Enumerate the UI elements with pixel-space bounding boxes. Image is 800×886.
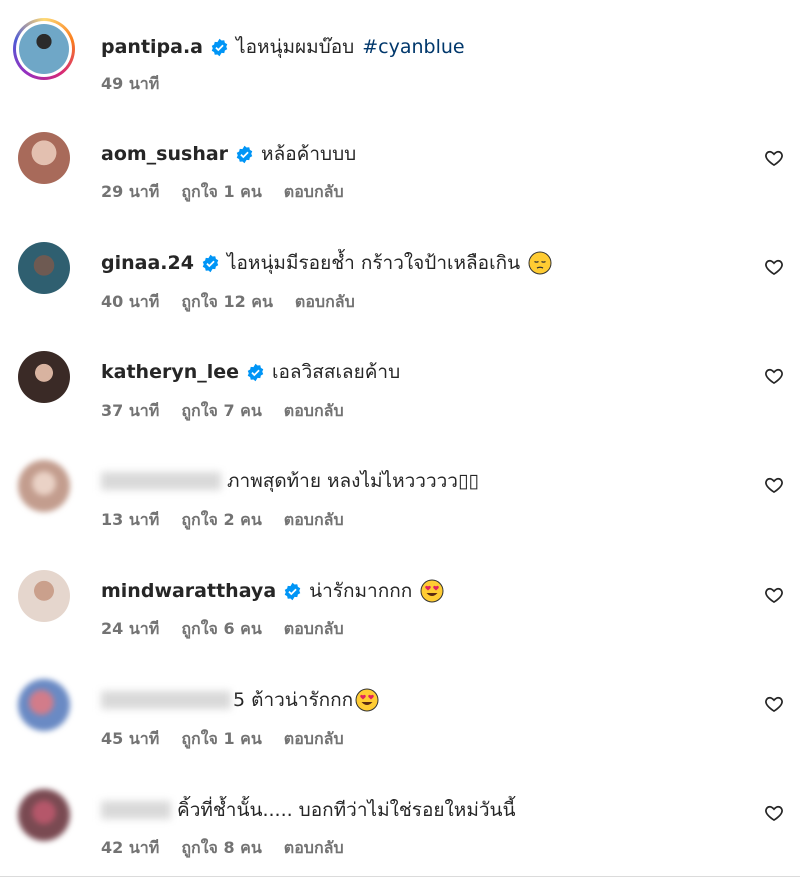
comment-text: ไอหนุ่มมีรอยช้ำ กร้าวใจป้าเหลือเกิน xyxy=(226,252,521,274)
comment-time: 45 นาที xyxy=(101,729,160,748)
avatar[interactable] xyxy=(18,570,70,622)
caption-username[interactable]: pantipa.a xyxy=(101,36,203,58)
heart-icon[interactable] xyxy=(764,148,784,168)
reply-button[interactable]: ตอบกลับ xyxy=(284,727,344,752)
avatar[interactable] xyxy=(18,789,70,841)
verified-badge-icon xyxy=(236,145,253,163)
verified-badge-icon xyxy=(284,582,301,600)
avatar[interactable] xyxy=(18,351,70,403)
comment-text: เอลวิสสเลยค้าบ xyxy=(272,361,401,383)
comment-time: 42 นาที xyxy=(101,838,160,857)
comment-username[interactable] xyxy=(101,691,231,709)
like-count[interactable]: ถูกใจ 8 คน xyxy=(181,836,261,861)
comment-text: หล้อค้าบบบ xyxy=(261,143,357,165)
caption-time: 49 นาที xyxy=(101,74,160,93)
comment-username[interactable]: katheryn_lee xyxy=(101,361,239,383)
comment-username[interactable]: mindwaratthaya xyxy=(101,580,276,602)
comment-time: 24 นาที xyxy=(101,619,160,638)
like-count[interactable]: ถูกใจ 6 คน xyxy=(181,617,261,642)
comment-text: 5 ต้าวน่ารักกก xyxy=(233,689,354,711)
reply-button[interactable]: ตอบกลับ xyxy=(284,617,344,642)
heart-icon[interactable] xyxy=(764,475,784,495)
like-count[interactable]: ถูกใจ 1 คน xyxy=(181,727,261,752)
verified-badge-icon xyxy=(247,363,264,381)
pensive-face-icon xyxy=(528,251,552,275)
avatar[interactable] xyxy=(18,679,70,731)
avatar[interactable] xyxy=(18,242,70,294)
reply-button[interactable]: ตอบกลับ xyxy=(295,290,355,315)
comment-time: 13 นาที xyxy=(101,510,160,529)
heart-icon[interactable] xyxy=(764,257,784,277)
comment-username[interactable] xyxy=(101,801,171,819)
comment-text: คิ้วที่ช้ำนั้น..... บอกทีว่าไม่ใช่รอยใหม… xyxy=(177,799,516,821)
comment-time: 29 นาที xyxy=(101,182,160,201)
reply-button[interactable]: ตอบกลับ xyxy=(284,836,344,861)
like-count[interactable]: ถูกใจ 2 คน xyxy=(181,508,261,533)
comment-text: น่ารักมากกก xyxy=(309,580,413,602)
like-count[interactable]: ถูกใจ 1 คน xyxy=(181,180,261,205)
heart-icon[interactable] xyxy=(764,585,784,605)
comment-time: 40 นาที xyxy=(101,292,160,311)
avatar[interactable] xyxy=(13,18,75,80)
comment-username[interactable]: ginaa.24 xyxy=(101,252,194,274)
reply-button[interactable]: ตอบกลับ xyxy=(284,508,344,533)
like-count[interactable]: ถูกใจ 12 คน xyxy=(181,290,273,315)
like-count[interactable]: ถูกใจ 7 คน xyxy=(181,399,261,424)
comment-username[interactable]: aom_sushar xyxy=(101,143,228,165)
divider xyxy=(0,876,800,877)
heart-icon[interactable] xyxy=(764,803,784,823)
reply-button[interactable]: ตอบกลับ xyxy=(284,399,344,424)
avatar[interactable] xyxy=(18,132,70,184)
comment-text: ภาพสุดท้าย หลงไม่ไหววววว▯▯ xyxy=(227,470,479,492)
heart-eyes-face-icon xyxy=(420,579,444,603)
heart-icon[interactable] xyxy=(764,366,784,386)
verified-badge-icon xyxy=(211,38,228,56)
avatar[interactable] xyxy=(18,460,70,512)
heart-eyes-face-icon xyxy=(355,688,379,712)
caption-text: ไอหนุ่มผมบ๊อบ xyxy=(236,36,355,58)
heart-icon[interactable] xyxy=(764,694,784,714)
hashtag-link[interactable]: #cyanblue xyxy=(362,36,464,58)
comment-username[interactable] xyxy=(101,472,221,490)
reply-button[interactable]: ตอบกลับ xyxy=(284,180,344,205)
comment-time: 37 นาที xyxy=(101,401,160,420)
verified-badge-icon xyxy=(202,254,219,272)
